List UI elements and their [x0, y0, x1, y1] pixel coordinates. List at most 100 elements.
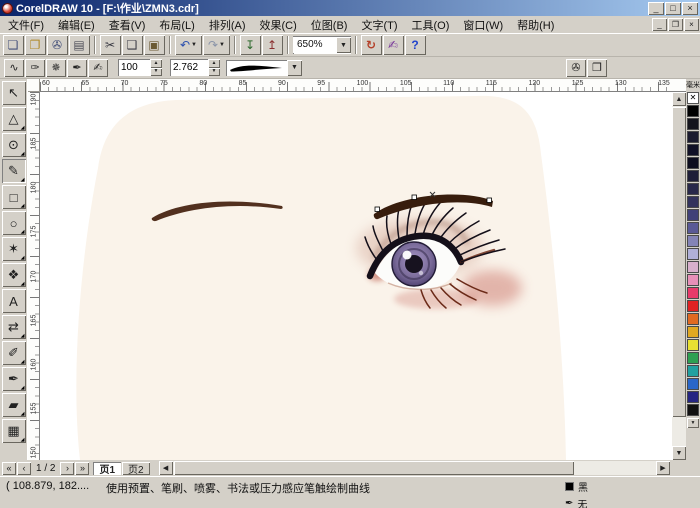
color-swatch[interactable]: [687, 287, 699, 299]
vertical-scrollbar[interactable]: ▲ ▼: [672, 92, 686, 460]
color-swatch[interactable]: [687, 170, 699, 182]
no-color-swatch[interactable]: ✕: [687, 92, 699, 104]
interactive-fill-tool[interactable]: ▦ ◢: [1, 419, 26, 443]
stroke-list-dropdown[interactable]: ▼: [226, 59, 302, 77]
color-swatch[interactable]: [687, 131, 699, 143]
selection-node[interactable]: [374, 206, 380, 212]
color-swatch[interactable]: [687, 196, 699, 208]
color-swatch[interactable]: [687, 326, 699, 338]
selection-node[interactable]: [411, 194, 417, 200]
smoothing-spin-down[interactable]: ▼: [150, 67, 162, 76]
open-button[interactable]: ❐: [25, 35, 46, 55]
color-swatch[interactable]: [687, 105, 699, 117]
color-swatch[interactable]: [687, 118, 699, 130]
eyedropper-tool[interactable]: ✐ ◢: [1, 341, 26, 365]
stroke-width-input[interactable]: [170, 59, 208, 76]
drawing-canvas[interactable]: [40, 92, 672, 460]
menu-item[interactable]: 排列(A): [202, 16, 253, 34]
color-swatch[interactable]: [687, 209, 699, 221]
calligraphic-mode-button[interactable]: ✒: [67, 58, 87, 77]
export-button[interactable]: ↥: [262, 35, 283, 55]
save-artistic-media-button[interactable]: ✇: [566, 58, 586, 77]
fill-tool[interactable]: ▰ ◢: [1, 393, 26, 417]
menu-item[interactable]: 文字(T): [354, 16, 404, 34]
basic-shapes-tool[interactable]: ❖ ◢: [1, 263, 26, 287]
copy-button[interactable]: ❑: [122, 35, 143, 55]
color-swatch[interactable]: [687, 261, 699, 273]
palette-scroll-down-button[interactable]: ▼: [687, 418, 699, 428]
color-swatch[interactable]: [687, 391, 699, 403]
zoom-tool[interactable]: ⊙ ◢: [1, 133, 26, 157]
color-swatch[interactable]: [687, 404, 699, 416]
menu-item[interactable]: 布局(L): [152, 16, 201, 34]
menu-item[interactable]: 位图(B): [304, 16, 355, 34]
undo-button[interactable]: ↶ ▼: [175, 35, 202, 55]
ruler-origin-corner[interactable]: [28, 79, 40, 92]
scroll-right-button[interactable]: ▶: [656, 461, 670, 475]
launcher-button[interactable]: ✍: [383, 35, 404, 55]
rectangle-tool[interactable]: □ ◢: [1, 185, 26, 209]
interactive-blend-tool[interactable]: ⇄ ◢: [1, 315, 26, 339]
color-swatch[interactable]: [687, 248, 699, 260]
horizontal-scrollbar[interactable]: ◀ ▶: [158, 461, 670, 475]
color-swatch[interactable]: [687, 235, 699, 247]
pressure-mode-button[interactable]: ✍: [88, 58, 108, 77]
stroke-dropdown-button[interactable]: ▼: [287, 59, 302, 76]
menu-item[interactable]: 文件(F): [1, 16, 51, 34]
width-spin-down[interactable]: ▼: [208, 67, 220, 76]
color-swatch[interactable]: [687, 183, 699, 195]
scroll-left-button[interactable]: ◀: [158, 461, 173, 475]
color-swatch[interactable]: [687, 378, 699, 390]
first-page-button[interactable]: «: [2, 461, 16, 475]
redo-button[interactable]: ↷ ▼: [203, 35, 230, 55]
paste-button[interactable]: ▣: [144, 35, 165, 55]
doc-close-button[interactable]: ×: [684, 18, 699, 31]
browse-strokes-button[interactable]: ❐: [587, 58, 607, 77]
page-tab-2[interactable]: 页2: [122, 461, 150, 476]
doc-restore-button[interactable]: ❐: [668, 18, 683, 31]
menu-item[interactable]: 工具(O): [405, 16, 457, 34]
color-swatch[interactable]: [687, 274, 699, 286]
doc-minimize-button[interactable]: _: [652, 18, 667, 31]
save-button[interactable]: ✇: [47, 35, 68, 55]
color-swatch[interactable]: [687, 157, 699, 169]
vertical-ruler[interactable]: 190 185 180 175 170 165 160 155 150: [28, 92, 40, 460]
ellipse-tool[interactable]: ○ ◢: [1, 211, 26, 235]
prev-page-button[interactable]: ‹: [17, 461, 31, 475]
smoothing-spin-up[interactable]: ▲: [150, 59, 162, 68]
scroll-up-button[interactable]: ▲: [672, 92, 686, 106]
pick-tool[interactable]: ↖: [1, 81, 26, 105]
freehand-artistic-media-tool[interactable]: ✎ ◢: [1, 159, 26, 183]
polygon-tool[interactable]: ✶ ◢: [1, 237, 26, 261]
color-swatch[interactable]: [687, 144, 699, 156]
zoom-level-value[interactable]: 650%: [293, 37, 336, 53]
outline-tool[interactable]: ✒ ◢: [1, 367, 26, 391]
vertical-scroll-thumb[interactable]: [672, 107, 686, 417]
last-page-button[interactable]: »: [75, 461, 90, 475]
zoom-combo[interactable]: 650% ▼: [293, 36, 351, 54]
menu-item[interactable]: 效果(C): [253, 16, 304, 34]
cut-button[interactable]: ✂: [100, 35, 121, 55]
horizontal-ruler[interactable]: 60 65 70 75 80 85 90 95 100 105 110 115 120 125 130 135: [40, 79, 672, 92]
import-button[interactable]: ↧: [240, 35, 261, 55]
smoothing-input[interactable]: [118, 59, 150, 76]
shape-tool[interactable]: △ ◢: [1, 107, 26, 131]
close-button[interactable]: ×: [682, 1, 698, 15]
text-tool[interactable]: A: [1, 289, 26, 313]
minimize-button[interactable]: _: [648, 1, 664, 15]
help-button[interactable]: ?: [405, 35, 426, 55]
scroll-down-button[interactable]: ▼: [672, 446, 686, 460]
maximize-button[interactable]: □: [665, 1, 681, 15]
next-page-button[interactable]: ›: [60, 461, 75, 475]
width-spin-up[interactable]: ▲: [208, 59, 220, 68]
color-swatch[interactable]: [687, 365, 699, 377]
sprayer-mode-button[interactable]: ✵: [46, 58, 66, 77]
horizontal-scroll-thumb[interactable]: [173, 461, 574, 475]
zoom-dropdown-button[interactable]: ▼: [336, 37, 351, 53]
color-swatch[interactable]: [687, 300, 699, 312]
preset-mode-button[interactable]: ∿: [4, 58, 24, 77]
menu-item[interactable]: 窗口(W): [456, 16, 510, 34]
selection-node[interactable]: [486, 197, 492, 203]
brush-mode-button[interactable]: ✑: [25, 58, 45, 77]
color-swatch[interactable]: [687, 339, 699, 351]
